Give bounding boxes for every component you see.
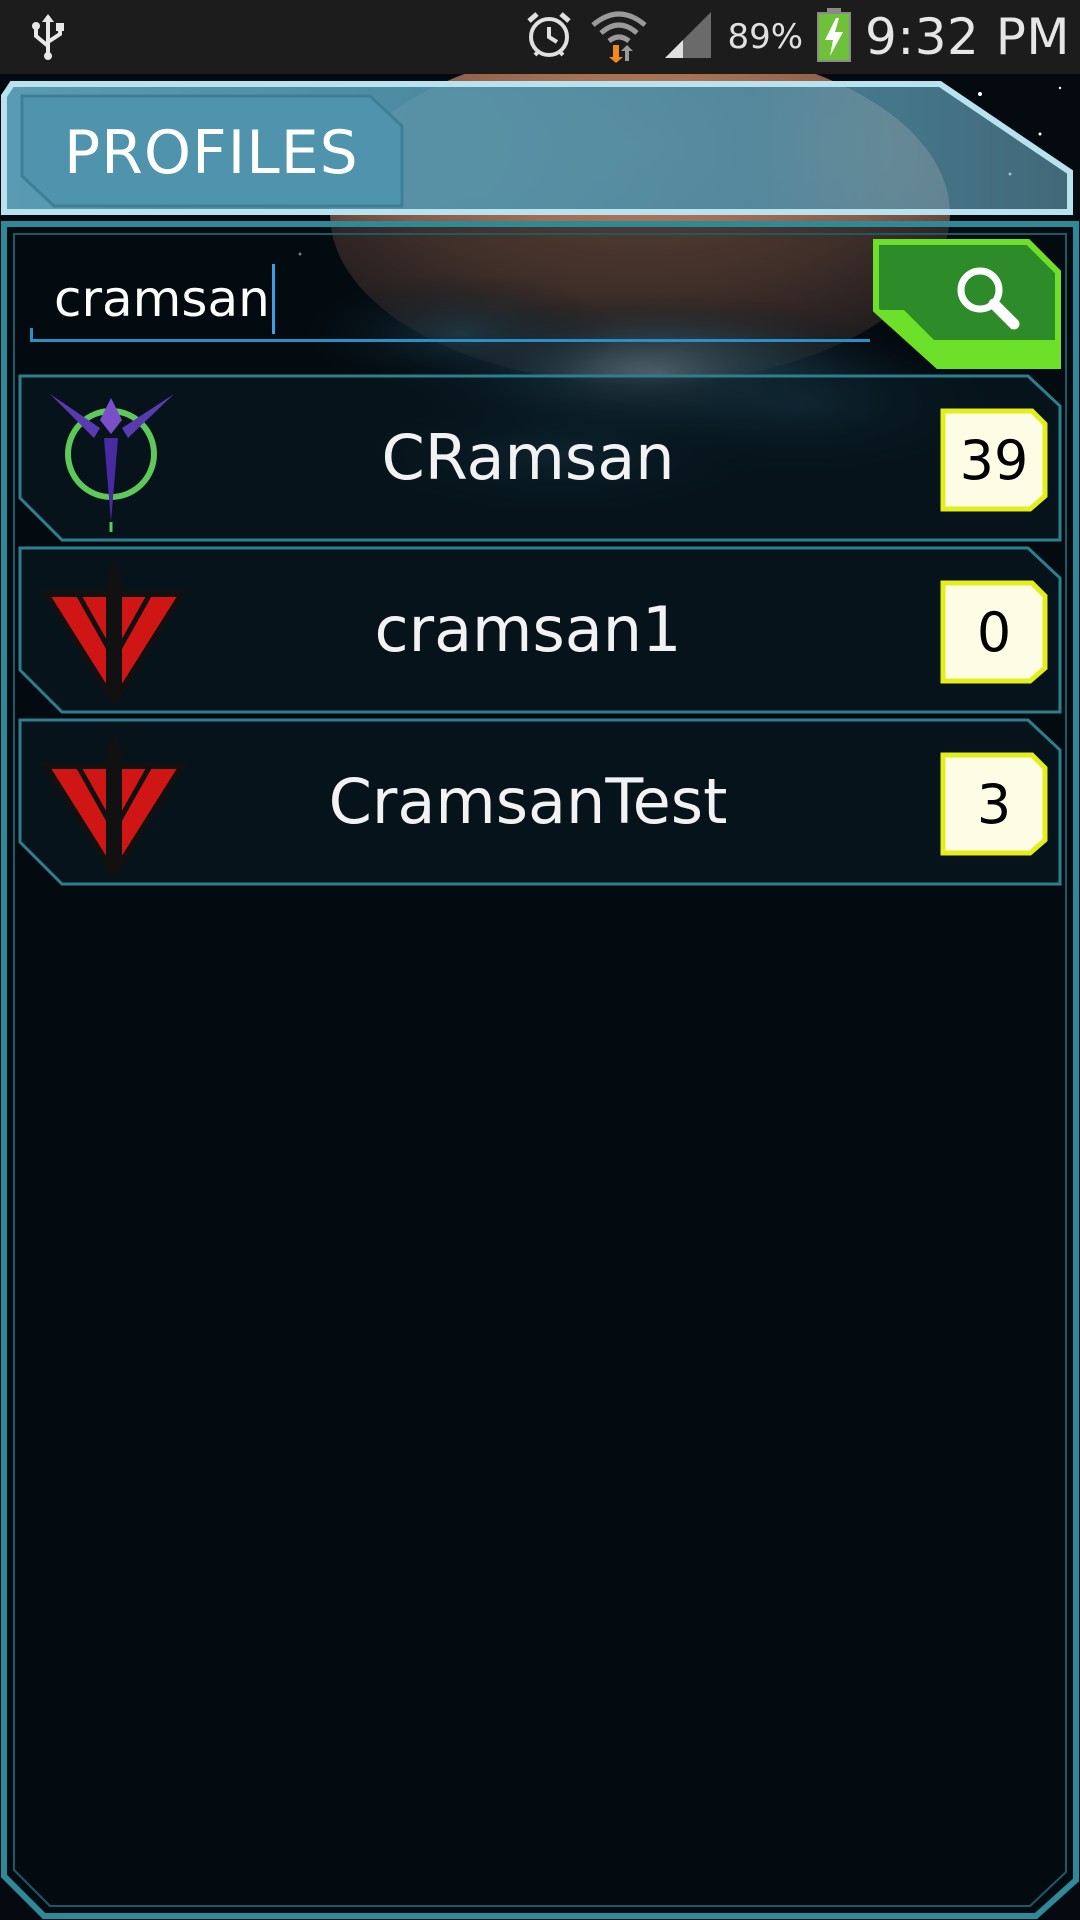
search-underline-tick bbox=[30, 328, 33, 342]
level-badge: 39 bbox=[940, 408, 1048, 512]
profile-row[interactable]: cramsan1 0 bbox=[18, 544, 1064, 714]
search-input-value: cramsan bbox=[54, 270, 270, 328]
battery-charging-icon bbox=[817, 8, 852, 66]
profile-row[interactable]: CRamsan 39 bbox=[18, 372, 1064, 542]
search-input[interactable]: cramsan bbox=[30, 250, 870, 342]
red-faction-icon bbox=[38, 554, 188, 708]
wifi-icon bbox=[589, 7, 649, 67]
resistance-faction-icon bbox=[38, 382, 188, 532]
usb-icon bbox=[28, 14, 68, 66]
profile-row[interactable]: CramsanTest 3 bbox=[18, 716, 1064, 886]
battery-percent: 89% bbox=[727, 17, 804, 57]
clock: 9:32 PM bbox=[865, 8, 1070, 66]
level-badge: 0 bbox=[940, 580, 1048, 684]
search-icon bbox=[954, 264, 1022, 336]
level-value: 3 bbox=[976, 772, 1012, 836]
level-value: 0 bbox=[976, 600, 1012, 664]
profile-name: CRamsan bbox=[381, 420, 675, 494]
search-underline bbox=[30, 339, 870, 342]
status-bar: 89% 9:32 PM bbox=[0, 0, 1080, 74]
profile-list: CRamsan 39 cramsan1 0 CramsanTest 3 bbox=[18, 372, 1064, 888]
level-value: 39 bbox=[959, 428, 1029, 492]
signal-icon bbox=[663, 10, 713, 64]
red-faction-icon bbox=[38, 726, 188, 880]
page-title: PROFILES bbox=[64, 118, 359, 188]
profile-name: CramsanTest bbox=[328, 764, 728, 838]
search-button[interactable] bbox=[872, 236, 1062, 372]
alarm-icon bbox=[523, 9, 575, 65]
profile-name: cramsan1 bbox=[374, 592, 682, 666]
level-badge: 3 bbox=[940, 752, 1048, 856]
text-caret bbox=[271, 264, 275, 334]
